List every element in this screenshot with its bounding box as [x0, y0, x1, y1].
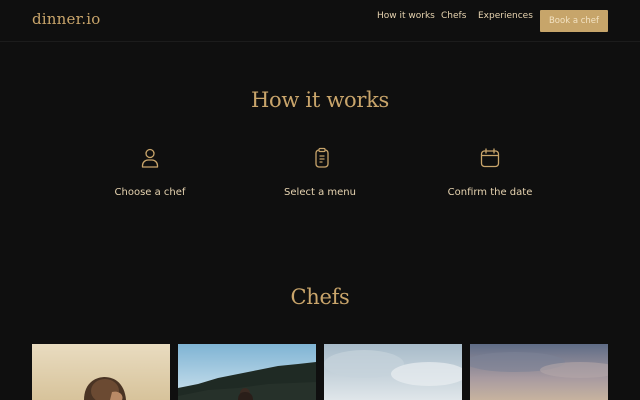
logo[interactable]: dinner.io	[32, 10, 101, 28]
chef-card-4[interactable]	[470, 344, 608, 400]
chef-card-3[interactable]	[324, 344, 462, 400]
chef-card-1[interactable]	[32, 344, 170, 400]
step-label-select-menu: Select a menu	[284, 187, 356, 198]
clipboard-icon	[315, 147, 329, 168]
how-it-works-title: How it works	[251, 88, 389, 112]
step-label-choose-chef: Choose a chef	[114, 187, 186, 198]
nav-link-experiences[interactable]: Experiences	[478, 11, 533, 21]
site-header: dinner.io How it works Chefs Experiences…	[0, 0, 640, 42]
calendar-icon	[480, 148, 500, 168]
nav-link-chefs[interactable]: Chefs	[441, 11, 466, 21]
book-a-chef-button[interactable]: Book a chef	[540, 10, 608, 32]
chefs-title: Chefs	[290, 285, 350, 309]
user-icon	[141, 148, 159, 168]
chef-card-2[interactable]	[178, 344, 316, 400]
nav-link-how-it-works[interactable]: How it works	[377, 11, 435, 21]
step-label-confirm-date: Confirm the date	[447, 187, 533, 198]
